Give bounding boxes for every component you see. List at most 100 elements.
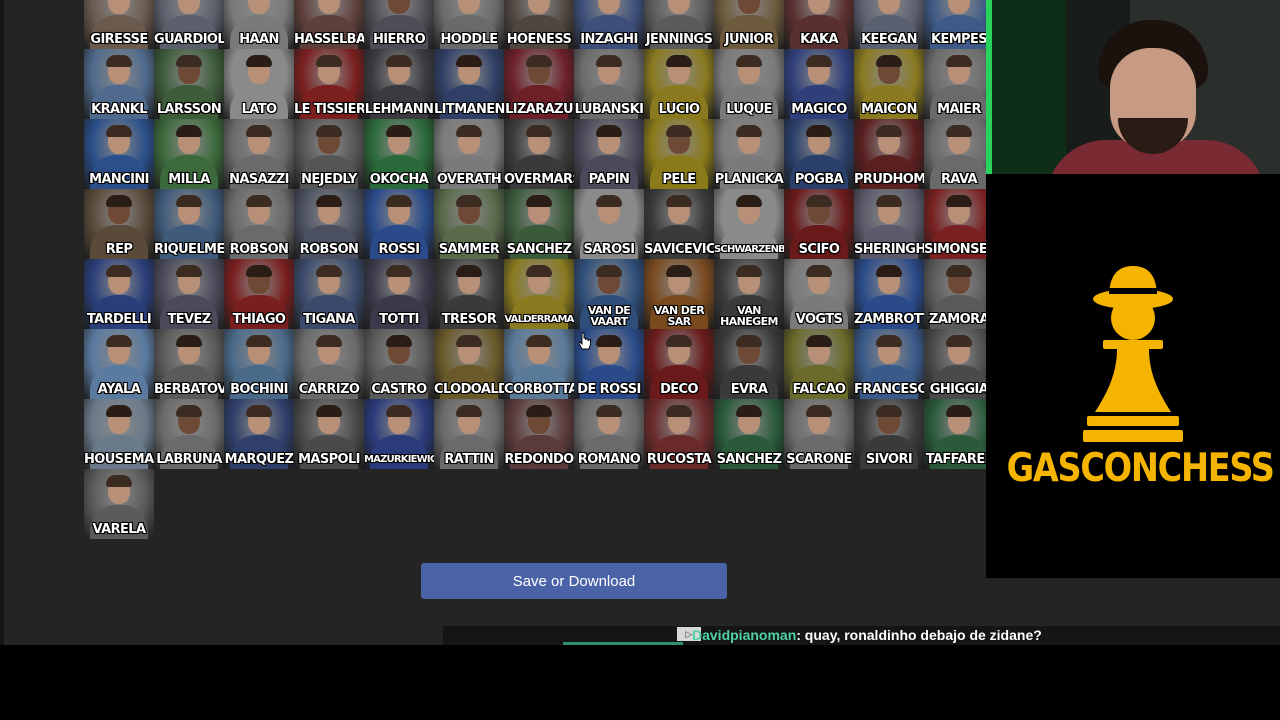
player-card[interactable]: MAGICO bbox=[784, 49, 854, 119]
player-card[interactable]: TRESOR bbox=[434, 259, 504, 329]
player-card[interactable]: VAN DER SAR bbox=[644, 259, 714, 329]
player-hair bbox=[176, 195, 202, 207]
player-card[interactable]: MAZURKIEWICZ bbox=[364, 399, 434, 469]
player-card[interactable]: BOCHINI bbox=[224, 329, 294, 399]
player-name: ZAMBROTTA bbox=[854, 312, 924, 327]
player-card[interactable]: HOENESS bbox=[504, 0, 574, 49]
player-card[interactable]: LATO bbox=[224, 49, 294, 119]
player-card[interactable]: PELE bbox=[644, 119, 714, 189]
player-card[interactable]: ROBSON bbox=[224, 189, 294, 259]
player-card[interactable]: JUNIOR bbox=[714, 0, 784, 49]
player-card[interactable]: THIAGO bbox=[224, 259, 294, 329]
player-card[interactable]: NEJEDLY bbox=[294, 119, 364, 189]
player-card[interactable]: ZAMORA bbox=[924, 259, 994, 329]
player-card[interactable]: SCHWARZENBECK bbox=[714, 189, 784, 259]
player-card[interactable]: REDONDO bbox=[504, 399, 574, 469]
player-card[interactable]: SANCHEZ bbox=[504, 189, 574, 259]
player-card[interactable]: VAN DE VAART bbox=[574, 259, 644, 329]
player-card[interactable]: TARDELLI bbox=[84, 259, 154, 329]
player-card[interactable]: MASPOLI bbox=[294, 399, 364, 469]
player-card[interactable]: SANCHEZ bbox=[714, 399, 784, 469]
player-grid: GIRESSE GUARDIOLA HAAN HASSELBAINK HIERRO HOD… bbox=[84, 0, 994, 539]
player-card[interactable]: GUARDIOLA bbox=[154, 0, 224, 49]
player-card[interactable]: NASAZZI bbox=[224, 119, 294, 189]
player-card[interactable]: SIMONSEN bbox=[924, 189, 994, 259]
player-card[interactable]: HOUSEMAN bbox=[84, 399, 154, 469]
player-card[interactable]: EVRA bbox=[714, 329, 784, 399]
player-card[interactable]: TAFFAREL bbox=[924, 399, 994, 469]
player-card[interactable]: HIERRO bbox=[364, 0, 434, 49]
player-card[interactable]: MAICON bbox=[854, 49, 924, 119]
player-hair bbox=[666, 265, 692, 277]
player-name: LUCIO bbox=[658, 102, 700, 117]
player-card[interactable]: KAKA bbox=[784, 0, 854, 49]
player-card[interactable]: HAAN bbox=[224, 0, 294, 49]
player-card[interactable]: AYALA bbox=[84, 329, 154, 399]
player-card[interactable]: VALDERRAMA bbox=[504, 259, 574, 329]
player-card[interactable]: ROBSON bbox=[294, 189, 364, 259]
player-card[interactable]: REP bbox=[84, 189, 154, 259]
player-card[interactable]: OVERATH bbox=[434, 119, 504, 189]
player-card[interactable]: SAVICEVIC bbox=[644, 189, 714, 259]
player-card[interactable]: LIZARAZU bbox=[504, 49, 574, 119]
player-card[interactable]: KEMPES bbox=[924, 0, 994, 49]
player-card[interactable]: INZAGHI bbox=[574, 0, 644, 49]
player-card[interactable]: RAVA bbox=[924, 119, 994, 189]
player-card[interactable]: OKOCHA bbox=[364, 119, 434, 189]
player-card[interactable]: GHIGGIA bbox=[924, 329, 994, 399]
player-card[interactable]: VOGTS bbox=[784, 259, 854, 329]
player-card[interactable]: TOTTI bbox=[364, 259, 434, 329]
player-card[interactable]: GIRESSE bbox=[84, 0, 154, 49]
player-card[interactable]: SHERINGHAM bbox=[854, 189, 924, 259]
player-name: SANCHEZ bbox=[506, 242, 572, 257]
player-card[interactable]: PAPIN bbox=[574, 119, 644, 189]
player-card[interactable]: LARSSON bbox=[154, 49, 224, 119]
player-card[interactable]: SAMMER bbox=[434, 189, 504, 259]
player-card[interactable]: VARELA bbox=[84, 469, 154, 539]
player-card[interactable]: DECO bbox=[644, 329, 714, 399]
player-card[interactable]: PLANICKA bbox=[714, 119, 784, 189]
player-hair bbox=[596, 335, 622, 347]
save-or-download-button[interactable]: Save or Download bbox=[421, 563, 727, 599]
player-card[interactable]: TEVEZ bbox=[154, 259, 224, 329]
player-card[interactable]: VAN HANEGEM bbox=[714, 259, 784, 329]
player-card[interactable]: LUQUE bbox=[714, 49, 784, 119]
player-card[interactable]: KEEGAN bbox=[854, 0, 924, 49]
player-card[interactable]: FALCAO bbox=[784, 329, 854, 399]
player-card[interactable]: OVERMARS bbox=[504, 119, 574, 189]
player-card[interactable]: RIQUELME bbox=[154, 189, 224, 259]
player-card[interactable]: TIGANA bbox=[294, 259, 364, 329]
player-card[interactable]: CLODOALDO bbox=[434, 329, 504, 399]
player-card[interactable]: CARRIZO bbox=[294, 329, 364, 399]
player-card[interactable]: SAROSI bbox=[574, 189, 644, 259]
player-card[interactable]: LUCIO bbox=[644, 49, 714, 119]
player-card[interactable]: MANCINI bbox=[84, 119, 154, 189]
player-card[interactable]: LABRUNA bbox=[154, 399, 224, 469]
player-card[interactable]: SCARONE bbox=[784, 399, 854, 469]
player-card[interactable]: CORBOTTA bbox=[504, 329, 574, 399]
player-card[interactable]: ROMANO bbox=[574, 399, 644, 469]
player-card[interactable]: RATTIN bbox=[434, 399, 504, 469]
player-card[interactable]: HASSELBAINK bbox=[294, 0, 364, 49]
player-card[interactable]: LEHMANN bbox=[364, 49, 434, 119]
player-card[interactable]: LE TISSIER bbox=[294, 49, 364, 119]
player-card[interactable]: SIVORI bbox=[854, 399, 924, 469]
player-name: GIRESSE bbox=[90, 32, 148, 47]
player-card[interactable]: LUBANSKI bbox=[574, 49, 644, 119]
player-card[interactable]: JENNINGS bbox=[644, 0, 714, 49]
player-card[interactable]: LITMANEN bbox=[434, 49, 504, 119]
player-card[interactable]: MILLA bbox=[154, 119, 224, 189]
player-card[interactable]: KRANKL bbox=[84, 49, 154, 119]
player-card[interactable]: MARQUEZ bbox=[224, 399, 294, 469]
player-card[interactable]: POGBA bbox=[784, 119, 854, 189]
player-card[interactable]: ROSSI bbox=[364, 189, 434, 259]
player-card[interactable]: FRANCESCOLI bbox=[854, 329, 924, 399]
player-card[interactable]: PRUDHOMME bbox=[854, 119, 924, 189]
player-card[interactable]: ZAMBROTTA bbox=[854, 259, 924, 329]
player-card[interactable]: MAIER bbox=[924, 49, 994, 119]
player-card[interactable]: BERBATOV bbox=[154, 329, 224, 399]
player-card[interactable]: RUCOSTA bbox=[644, 399, 714, 469]
player-card[interactable]: SCIFO bbox=[784, 189, 854, 259]
player-card[interactable]: HODDLE bbox=[434, 0, 504, 49]
player-card[interactable]: CASTRO bbox=[364, 329, 434, 399]
